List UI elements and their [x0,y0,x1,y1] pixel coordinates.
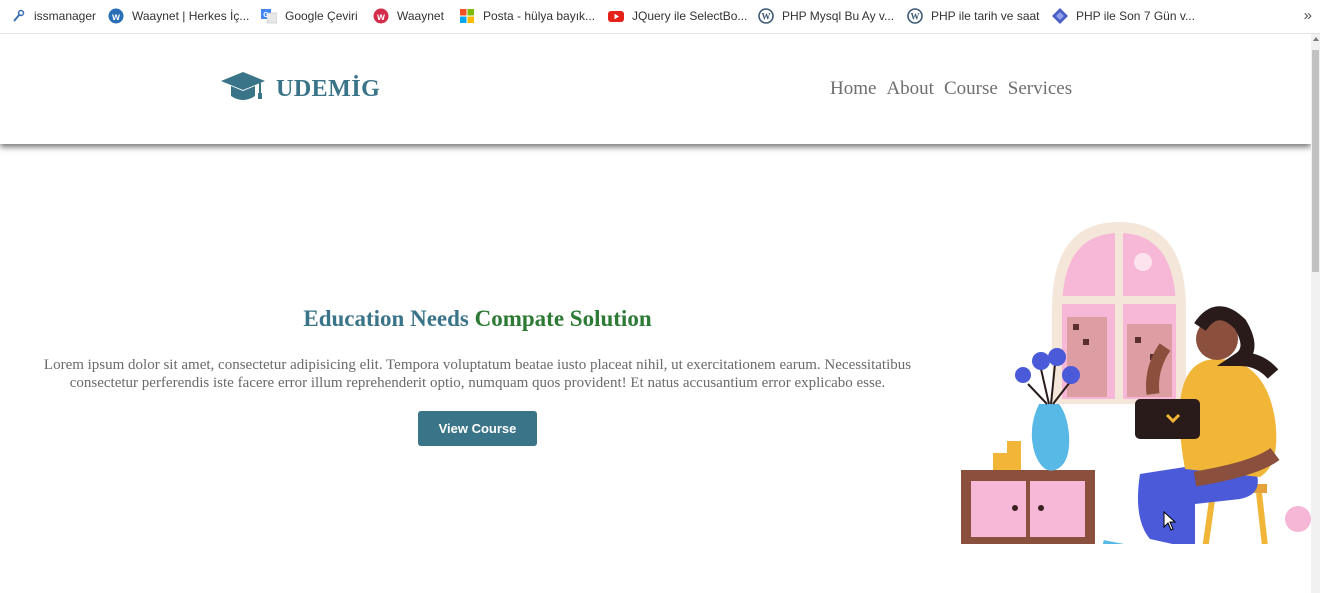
bookmark-php-mysql[interactable]: W PHP Mysql Bu Ay v... [758,0,894,32]
microsoft-icon [459,8,475,24]
vertical-scrollbar[interactable] [1311,34,1320,593]
bookmark-jquery-selectbox[interactable]: JQuery ile SelectBo... [608,0,747,32]
nav-home[interactable]: Home [830,78,876,100]
waaynet-blue-icon: w [108,8,124,24]
scroll-top-dot[interactable] [1285,506,1311,532]
nav-services[interactable]: Services [1008,78,1072,100]
bookmarks-overflow-button[interactable]: » [1304,7,1312,24]
scroll-up-arrow-icon[interactable] [1313,37,1319,41]
view-course-button[interactable]: View Course [418,411,537,446]
hero-title: Education Needs Compate Solution [0,306,955,332]
logo-text: UDEMİG [276,76,381,102]
google-translate-icon: G [261,8,278,24]
site-header: UDEMİG Home About Course Services [0,34,1311,144]
bookmark-label: Waaynet [397,9,444,23]
bookmark-google-ceviri[interactable]: G Google Çeviri [261,0,358,32]
diamond-icon [1052,8,1068,24]
nav-about[interactable]: About [886,78,934,100]
hero-paragraph: Lorem ipsum dolor sit amet, consectetur … [0,356,955,392]
svg-text:W: W [762,12,771,22]
svg-text:w: w [376,12,385,23]
wordpress-icon: W [758,8,774,24]
bookmark-label: Posta - hülya bayık... [483,9,596,23]
hero-paragraph-line: Lorem ipsum dolor sit amet, consectetur … [43,357,912,373]
bookmark-label: Google Çeviri [285,9,358,23]
mouse-cursor-icon [1163,511,1177,531]
bookmark-posta[interactable]: Posta - hülya bayık... [459,0,595,32]
wordpress-icon: W [907,8,923,24]
bookmark-php-son7[interactable]: PHP ile Son 7 Gün v... [1052,0,1195,32]
site-logo[interactable]: UDEMİG [220,70,380,109]
bookmark-label: PHP Mysql Bu Ay v... [782,9,895,23]
waaynet-red-icon: w [373,8,389,24]
page-viewport: UDEMİG Home About Course Services Educat… [0,34,1311,593]
hero-illustration [955,219,1295,566]
graduation-cap-icon [220,70,266,109]
main-nav: Home About Course Services [830,78,1072,100]
hero-title-part2: Compate Solution [474,306,652,331]
bookmark-label: JQuery ile SelectBo... [632,9,748,23]
svg-text:W: W [911,12,920,22]
svg-text:w: w [111,12,120,23]
bookmark-waaynet-herkes[interactable]: w Waaynet | Herkes İç... [108,0,249,32]
hero-paragraph-line: consectetur perferendis iste facere erro… [69,375,886,391]
svg-text:G: G [263,12,269,19]
bookmarks-bar: issmanager w Waaynet | Herkes İç... G Go… [0,0,1320,34]
scrollbar-thumb[interactable] [1312,50,1319,272]
youtube-icon [608,8,624,24]
bookmark-label: PHP ile Son 7 Gün v... [1076,9,1195,23]
hero-title-part1: Education Needs [303,306,469,331]
nav-course[interactable]: Course [944,78,998,100]
bookmark-label: PHP ile tarih ve saat [931,9,1040,23]
wrench-icon [10,8,26,24]
bookmark-waaynet[interactable]: w Waaynet [373,0,444,32]
bookmark-label: issmanager [34,9,97,23]
bookmark-issmanager[interactable]: issmanager [10,0,96,32]
bookmark-label: Waaynet | Herkes İç... [132,9,250,23]
bookmark-php-tarih[interactable]: W PHP ile tarih ve saat [907,0,1040,32]
